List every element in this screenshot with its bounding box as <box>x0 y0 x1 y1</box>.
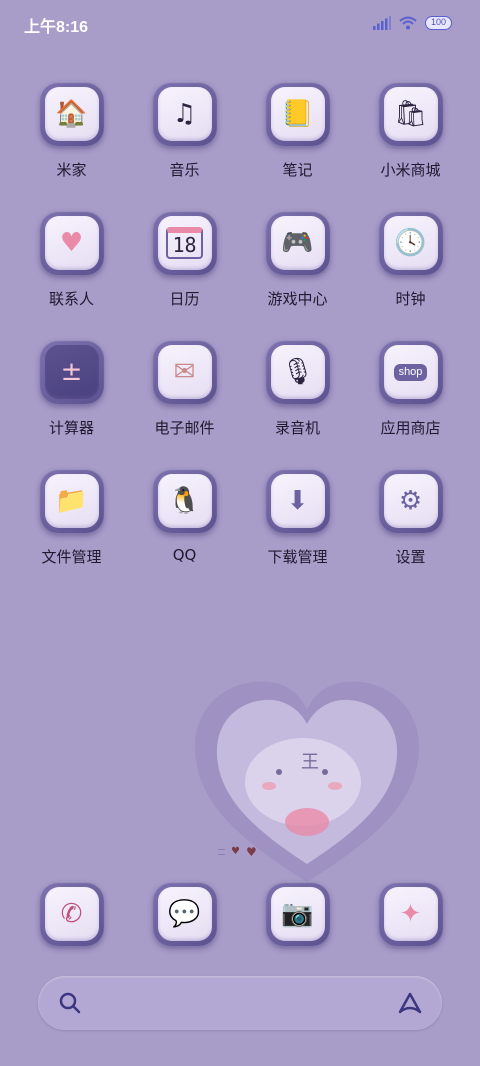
download-manager-icon: ⬇ <box>286 486 309 516</box>
search-bar[interactable] <box>38 976 442 1030</box>
widget-character-text: 王 <box>301 752 319 773</box>
app-label: 电子邮件 <box>154 419 215 437</box>
app-notes[interactable]: 📒 笔记 <box>241 82 354 202</box>
app-label: 计算器 <box>48 419 94 437</box>
calculator-icon: ± <box>60 357 83 387</box>
app-mijia[interactable]: 🏠 米家 <box>15 82 128 202</box>
dock-messages[interactable]: 💬 <box>128 882 241 952</box>
calendar-icon: 18 <box>166 227 203 259</box>
app-qq[interactable]: 🐧 QQ <box>128 469 241 589</box>
app-label: 小米商城 <box>380 161 441 179</box>
status-time: 上午8:16 <box>24 19 89 36</box>
page-indicator[interactable]: ♥ ♥ <box>218 846 257 858</box>
app-label: 应用商店 <box>380 419 441 437</box>
app-label: 音乐 <box>169 161 200 179</box>
status-bar: 上午8:16 100 <box>0 0 480 46</box>
app-label: 笔记 <box>282 161 313 179</box>
app-app-store[interactable]: shop 应用商店 <box>354 340 467 460</box>
app-calendar[interactable]: 18 日历 <box>128 211 241 331</box>
qq-icon: 🐧 <box>168 486 201 516</box>
notes-icon: 📒 <box>281 99 314 129</box>
app-clock[interactable]: 🕓 时钟 <box>354 211 467 331</box>
app-label: 游戏中心 <box>267 290 328 308</box>
app-mi-store[interactable]: 🛍 小米商城 <box>354 82 467 202</box>
email-icon: ✉ <box>173 357 196 387</box>
status-icons: 100 <box>373 14 452 32</box>
mi-store-icon: 🛍 <box>393 99 427 129</box>
dock-phone[interactable]: ✆ <box>15 882 128 952</box>
app-download-manager[interactable]: ⬇ 下载管理 <box>241 469 354 589</box>
gallery-icon: ✦ <box>399 899 422 929</box>
dock: ✆ 💬 📷 ✦ <box>0 882 480 952</box>
signal-icon <box>373 16 391 30</box>
page-indicator-heart-active-icon: ♥ <box>245 845 257 859</box>
music-icon: ♫ <box>172 99 197 129</box>
app-settings[interactable]: ⚙ 设置 <box>354 469 467 589</box>
app-email[interactable]: ✉ 电子邮件 <box>128 340 241 460</box>
dock-camera[interactable]: 📷 <box>241 882 354 952</box>
game-center-icon: 🎮 <box>281 228 314 258</box>
settings-icon: ⚙ <box>398 486 423 516</box>
app-recorder[interactable]: 🎙 录音机 <box>241 340 354 460</box>
app-store-icon: shop <box>393 363 428 381</box>
heart-photo-widget-icon: 王 <box>194 681 420 882</box>
page-indicator-heart-icon: ♥ <box>231 846 240 857</box>
app-calculator[interactable]: ± 计算器 <box>15 340 128 460</box>
mijia-icon: 🏠 <box>55 99 88 129</box>
app-label: 录音机 <box>274 419 320 437</box>
app-label: 时钟 <box>395 290 426 308</box>
app-label: 下载管理 <box>267 548 328 566</box>
battery-icon: 100 <box>425 16 452 30</box>
app-label: 联系人 <box>48 290 94 308</box>
dock-gallery[interactable]: ✦ <box>354 882 467 952</box>
file-manager-icon: 📁 <box>55 486 88 516</box>
assistant-icon[interactable] <box>396 990 424 1016</box>
app-contacts[interactable]: ♥ 联系人 <box>15 211 128 331</box>
search-icon[interactable] <box>58 991 82 1015</box>
page-indicator-menu-icon <box>218 849 225 855</box>
app-label: 日历 <box>169 290 200 308</box>
app-label: QQ <box>172 546 197 564</box>
app-label: 文件管理 <box>41 548 102 566</box>
app-label: 米家 <box>56 161 87 179</box>
app-label: 设置 <box>395 548 426 566</box>
messages-icon: 💬 <box>168 899 201 929</box>
phone-icon: ✆ <box>60 899 83 929</box>
recorder-icon: 🎙 <box>280 357 314 387</box>
clock-icon: 🕓 <box>394 228 427 258</box>
heart-photo-widget[interactable]: 王 <box>183 672 431 892</box>
camera-icon: 📷 <box>281 899 314 929</box>
contacts-icon: ♥ <box>59 228 84 258</box>
app-file-manager[interactable]: 📁 文件管理 <box>15 469 128 589</box>
app-game-center[interactable]: 🎮 游戏中心 <box>241 211 354 331</box>
app-music[interactable]: ♫ 音乐 <box>128 82 241 202</box>
wifi-icon <box>399 16 417 30</box>
